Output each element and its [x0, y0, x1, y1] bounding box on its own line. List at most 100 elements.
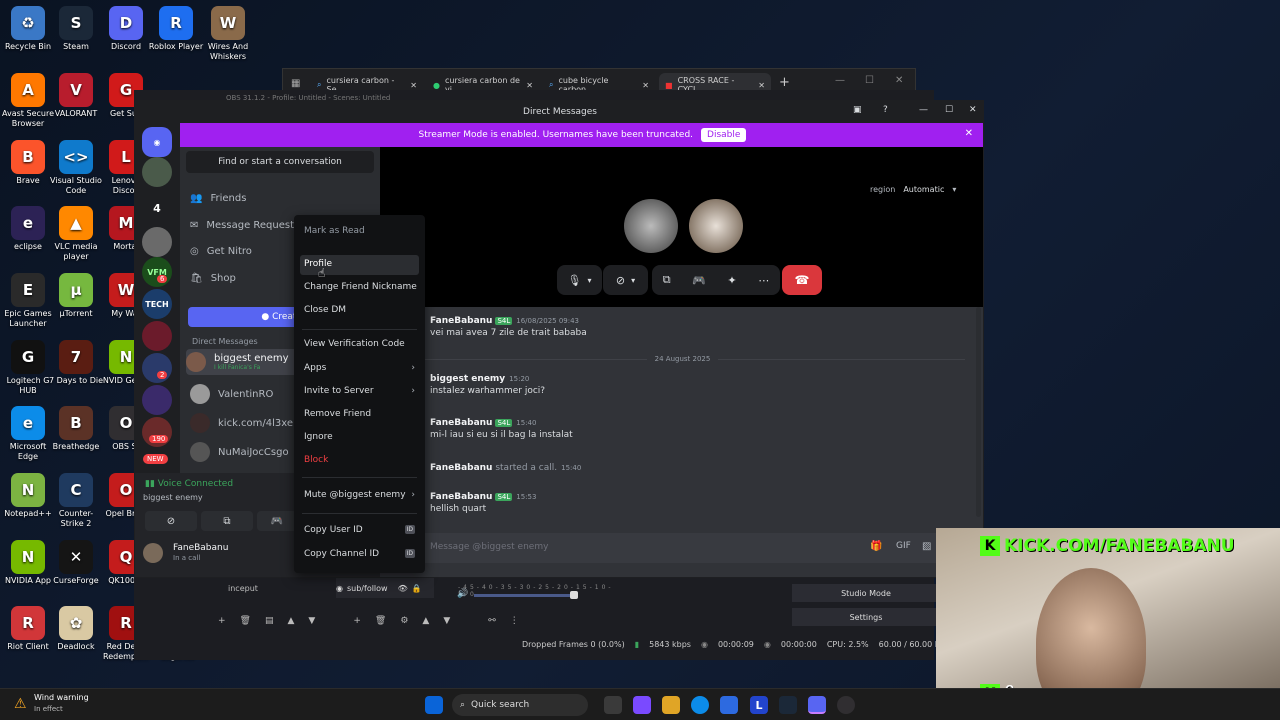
- volume-handle[interactable]: [570, 591, 578, 599]
- add-icon[interactable]: +: [218, 616, 226, 626]
- close-icon[interactable]: ✕: [895, 75, 903, 86]
- server-icon[interactable]: [142, 353, 172, 383]
- studio-mode-button[interactable]: Studio Mode: [792, 584, 940, 602]
- sticker-icon[interactable]: ▨: [922, 541, 931, 552]
- desktop-icon[interactable]: <> Visual Studio Code: [48, 140, 104, 196]
- gear-icon[interactable]: ⚙: [400, 616, 408, 626]
- lenovo-icon[interactable]: L: [750, 696, 768, 714]
- desktop-icon[interactable]: ✿ Deadlock: [48, 606, 104, 652]
- gift-icon[interactable]: 🎁: [870, 541, 882, 552]
- discord-window[interactable]: Direct Messages ▣ ? — ☐ ✕ Streamer Mode …: [134, 100, 984, 578]
- menu-close-dm[interactable]: Close DM: [304, 305, 346, 315]
- screenshare-button[interactable]: ⧉: [201, 511, 253, 531]
- browser-sidebar-icon[interactable]: ▦: [291, 78, 300, 89]
- camera-button[interactable]: ⊘ ▾: [603, 265, 648, 295]
- message-input[interactable]: Message @biggest enemy: [430, 542, 548, 552]
- desktop-icon[interactable]: D Discord: [98, 6, 154, 52]
- server-icon[interactable]: [142, 227, 172, 257]
- speaker-icon[interactable]: 🔊: [457, 589, 468, 599]
- edge-icon[interactable]: [691, 696, 709, 714]
- menu-copy-channel-id[interactable]: Copy Channel ID: [304, 549, 379, 559]
- discord-home-icon[interactable]: ◉: [142, 127, 172, 157]
- menu-copy-user-id[interactable]: Copy User ID: [304, 525, 363, 535]
- more-icon[interactable]: ⋮: [510, 616, 519, 626]
- trash-icon[interactable]: 🗑: [240, 616, 251, 626]
- menu-change-nickname[interactable]: Change Friend Nickname: [304, 282, 417, 292]
- discord-taskbar-icon[interactable]: [808, 696, 826, 714]
- close-icon[interactable]: ✕: [526, 81, 533, 90]
- gamepad-icon[interactable]: 🎮: [692, 274, 706, 287]
- desktop-icon[interactable]: ▲ VLC media player: [48, 206, 104, 262]
- help-icon[interactable]: ?: [883, 105, 888, 115]
- eye-icon[interactable]: 👁: [398, 584, 408, 593]
- minimize-icon[interactable]: —: [919, 105, 928, 115]
- link-icon[interactable]: ⚯: [488, 616, 496, 626]
- task-view-icon[interactable]: [604, 696, 622, 714]
- screenshare-icon[interactable]: ⧉: [663, 273, 671, 287]
- obs-taskbar-icon[interactable]: [837, 696, 855, 714]
- video-off-button[interactable]: ⊘: [145, 511, 197, 531]
- disable-button[interactable]: Disable: [701, 128, 747, 142]
- store-icon[interactable]: [720, 696, 738, 714]
- soundboard-icon[interactable]: ✦: [727, 274, 736, 287]
- participant-avatar[interactable]: [689, 199, 743, 253]
- message-author[interactable]: FaneBabanu: [430, 463, 492, 473]
- volume-slider[interactable]: [474, 594, 574, 597]
- inbox-icon[interactable]: ▣: [853, 105, 862, 115]
- user-avatar[interactable]: [143, 543, 163, 563]
- desktop-icon[interactable]: S Steam: [48, 6, 104, 52]
- message-composer[interactable]: ⊕ Message @biggest enemy 🎁 GIF ▨ ☺: [396, 533, 972, 563]
- desktop-icon[interactable]: µ µTorrent: [48, 273, 104, 319]
- up-icon[interactable]: ▲: [288, 616, 295, 626]
- file-explorer-icon[interactable]: [662, 696, 680, 714]
- up-icon[interactable]: ▲: [422, 616, 429, 626]
- chat-scrollbar[interactable]: [976, 307, 981, 517]
- server-icon[interactable]: [142, 385, 172, 415]
- close-icon[interactable]: ✕: [410, 81, 417, 90]
- steam-icon[interactable]: [779, 696, 797, 714]
- maximize-icon[interactable]: ☐: [945, 105, 953, 115]
- down-icon[interactable]: ▼: [443, 616, 450, 626]
- server-icon[interactable]: [142, 321, 172, 351]
- desktop-icon[interactable]: C Counter-Strike 2: [48, 473, 104, 529]
- lock-icon[interactable]: 🔒: [412, 584, 422, 593]
- participant-avatar[interactable]: [624, 199, 678, 253]
- gif-icon[interactable]: GIF: [896, 541, 911, 551]
- message-author[interactable]: FaneBabanu: [430, 492, 492, 502]
- settings-button[interactable]: Settings: [792, 608, 940, 626]
- menu-block[interactable]: Block: [304, 455, 328, 465]
- taskbar-search[interactable]: ⌕ Quick search: [452, 694, 588, 716]
- down-icon[interactable]: ▼: [308, 616, 315, 626]
- menu-view-verification[interactable]: View Verification Code: [304, 339, 405, 349]
- message-author[interactable]: FaneBabanu: [430, 316, 492, 326]
- mute-button[interactable]: 🎙 ▾: [557, 265, 602, 295]
- copilot-icon[interactable]: [633, 696, 651, 714]
- server-vfm[interactable]: VFM: [142, 257, 172, 287]
- server-count[interactable]: 4: [142, 193, 172, 223]
- create-button[interactable]: ● Create: [188, 307, 308, 327]
- desktop-icon[interactable]: W Wires And Whiskers: [200, 6, 256, 62]
- desktop-icon[interactable]: B Breathedge: [48, 406, 104, 452]
- desktop-icon[interactable]: ✕ CurseForge: [48, 540, 104, 586]
- close-icon[interactable]: ✕: [965, 128, 973, 139]
- server-icon[interactable]: [142, 157, 172, 187]
- menu-ignore[interactable]: Ignore: [304, 432, 333, 442]
- obs-source-item[interactable]: ◉ sub/follow 👁 🔒: [336, 578, 434, 598]
- disconnect-button[interactable]: ☎: [782, 265, 822, 295]
- start-icon[interactable]: [425, 696, 443, 714]
- maximize-icon[interactable]: ☐: [865, 75, 874, 86]
- more-icon[interactable]: ⋯: [758, 274, 769, 287]
- menu-mute[interactable]: Mute @biggest enemy: [304, 490, 406, 500]
- new-tab-button[interactable]: +: [779, 75, 790, 90]
- activity-button[interactable]: 🎮: [257, 511, 297, 531]
- message-author[interactable]: biggest enemy: [430, 374, 505, 384]
- message-author[interactable]: FaneBabanu: [430, 418, 492, 428]
- find-conversation-button[interactable]: Find or start a conversation: [186, 151, 374, 173]
- menu-mark-as-read[interactable]: Mark as Read: [304, 226, 365, 236]
- close-icon[interactable]: ✕: [758, 81, 765, 90]
- close-icon[interactable]: ✕: [969, 105, 977, 115]
- menu-invite-to-server[interactable]: Invite to Server: [304, 386, 374, 396]
- warning-icon[interactable]: ⚠: [14, 696, 27, 712]
- desktop-icon[interactable]: 7 7 Days to Die: [48, 340, 104, 386]
- desktop-icon[interactable]: V VALORANT: [48, 73, 104, 119]
